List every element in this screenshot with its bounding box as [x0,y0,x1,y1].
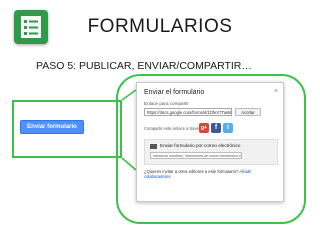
twitter-icon[interactable]: t [223,123,233,133]
shorten-button[interactable]: Acortar [235,108,261,116]
google-plus-icon[interactable]: g+ [199,123,209,133]
send-form-dialog: Enviar el formulario × Enlace para compa… [136,82,284,202]
envelope-icon [150,144,157,149]
share-url-field[interactable]: https://docs.google.com/forms/d/1DfeX7Ta… [144,108,232,116]
close-icon[interactable]: × [274,88,278,95]
share-link-label: Enlace para compartir [144,101,189,106]
email-recipients-input[interactable]: Introducir nombres, direcciones de corre… [150,152,242,159]
facebook-icon[interactable]: f [211,123,221,133]
dialog-title: Enviar el formulario [144,89,205,96]
dialog-footer: ¿Quieres invitar a otros editores a este… [144,169,254,179]
email-section: Enviar formulario por correo electrónico… [144,139,278,165]
email-section-title: Enviar formulario por correo electrónico [160,143,241,148]
